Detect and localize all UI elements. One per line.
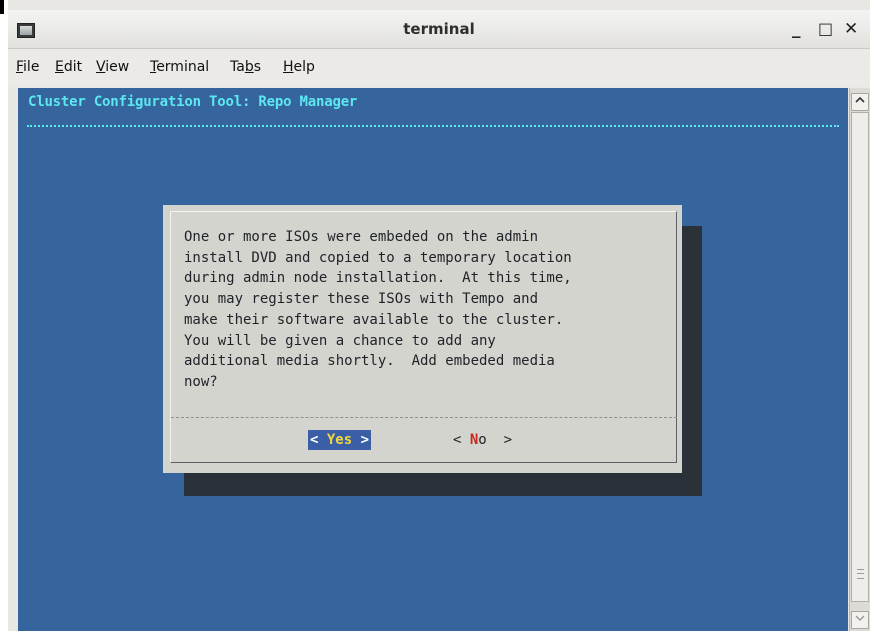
menu-tabs-label: s: [253, 59, 262, 75]
dialog-separator: [171, 417, 677, 418]
maximize-button[interactable]: □: [818, 19, 833, 39]
terminal-window: terminal _ □ ✕ File Edit View Terminal T…: [0, 0, 870, 631]
no-label-rest: o: [478, 432, 487, 448]
confirm-dialog: One or more ISOs were embeded on the adm…: [163, 205, 682, 473]
menu-view-label: iew: [105, 59, 130, 75]
dialog-message: One or more ISOs were embeded on the adm…: [184, 229, 572, 390]
vertical-scrollbar[interactable]: [849, 88, 870, 631]
no-close-bracket: >: [486, 432, 513, 448]
menu-file-mnemonic: F: [16, 59, 24, 75]
window-title: terminal: [403, 20, 475, 38]
menu-terminal[interactable]: Terminal: [150, 59, 209, 75]
scroll-up-chevron-icon: [855, 96, 865, 103]
yes-button[interactable]: < Yes >: [308, 430, 372, 450]
menu-bar: File Edit View Terminal Tabs Help: [8, 49, 870, 87]
menu-file-label: ile: [23, 59, 40, 75]
window-left-edge: [0, 0, 8, 631]
yes-close-bracket: >: [352, 432, 370, 448]
menu-view-mnemonic: V: [96, 59, 106, 75]
menu-view[interactable]: View: [96, 59, 129, 75]
scroll-down-chevron-icon: [855, 615, 865, 621]
scroll-down-arrow-icon[interactable]: [851, 611, 869, 629]
scroll-up-arrow-icon[interactable]: [851, 93, 869, 111]
menu-edit-mnemonic: E: [55, 59, 64, 75]
menu-help-mnemonic: H: [283, 59, 294, 75]
scroll-thumb[interactable]: [851, 112, 869, 602]
menu-help-label: elp: [293, 59, 315, 75]
menu-terminal-label: erminal: [156, 59, 210, 75]
menu-edit-label: dit: [63, 59, 83, 75]
no-button[interactable]: < No >: [453, 430, 512, 450]
tool-heading: Cluster Configuration Tool: Repo Manager: [28, 94, 358, 110]
no-open-bracket: <: [453, 432, 470, 448]
close-button[interactable]: ✕: [844, 19, 858, 39]
menu-tabs[interactable]: Tabs: [230, 59, 261, 75]
menu-edit[interactable]: Edit: [55, 59, 82, 75]
yes-label-rest: es: [335, 432, 353, 448]
title-bar[interactable]: terminal _ □ ✕: [8, 10, 870, 49]
menu-file[interactable]: File: [16, 59, 39, 75]
scroll-grip-icon: [857, 569, 864, 579]
window-corner-mark: [0, 0, 4, 14]
menu-help[interactable]: Help: [283, 59, 315, 75]
menu-tabs-prefix: Ta: [230, 59, 245, 75]
heading-divider: [27, 125, 839, 127]
menu-tabs-mnemonic: b: [244, 59, 254, 75]
minimize-button[interactable]: _: [792, 19, 801, 39]
yes-open-bracket: <: [310, 432, 327, 448]
